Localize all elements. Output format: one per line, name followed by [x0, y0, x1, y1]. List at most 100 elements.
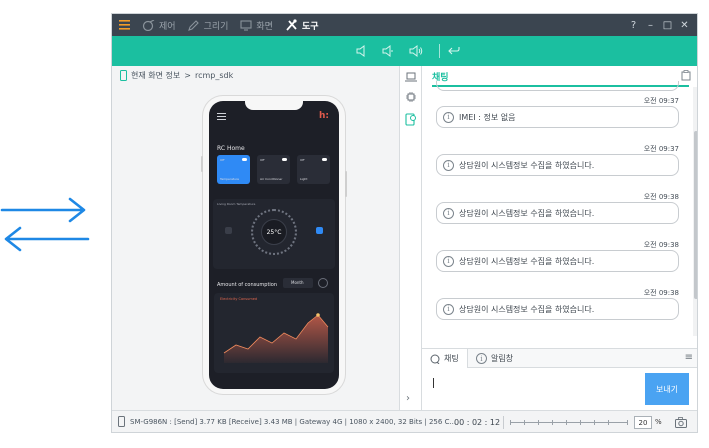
chat-panel-button[interactable] — [404, 112, 418, 126]
temperature-readout: 25°C — [261, 219, 287, 245]
chat-input-area[interactable]: 보내기 — [422, 368, 697, 410]
toolbar-separator — [439, 44, 440, 58]
monitor-icon — [240, 19, 252, 31]
device-card-aircon: Off Air Conditioner — [257, 155, 290, 184]
consumption-area-graphic — [223, 313, 329, 363]
zoom-value-input[interactable]: 20 — [634, 416, 652, 429]
phone-power-button — [345, 171, 347, 197]
consumption-next-button — [318, 278, 328, 288]
zoom-unit: % — [655, 418, 662, 426]
menu-control[interactable]: 제어 — [136, 14, 182, 36]
device-screen-pane: 현재 화면 정보 > rcmp_sdk h: RC Home Off Tempe… — [112, 66, 400, 410]
card-toggle — [282, 158, 287, 161]
zoom-slider[interactable] — [510, 420, 628, 425]
menu-tools[interactable]: 도구 — [279, 14, 325, 36]
zoom-tick — [552, 420, 553, 425]
temp-up-button — [316, 227, 323, 234]
laptop-icon — [405, 72, 417, 81]
menu-bar: 제어 그리기 화면 도구 ? – □ ✕ — [112, 14, 697, 36]
message-bubble: i 상담원이 시스템정보 수집을 하였습니다. — [436, 154, 679, 176]
chat-scroll-thumb[interactable] — [694, 131, 697, 299]
message-text: 상담원이 시스템정보 수집을 하였습니다. — [459, 256, 595, 266]
phone-icon — [120, 70, 127, 81]
back-button[interactable] — [446, 43, 462, 59]
minimize-button[interactable]: – — [642, 14, 659, 36]
info-icon: i — [443, 303, 454, 315]
phone-app-title: RC Home — [217, 145, 245, 152]
info-icon: i — [443, 255, 454, 267]
tab-alerts[interactable]: i 알림창 — [468, 349, 521, 368]
message-bubble: i IMEI : 정보 없음 — [436, 106, 679, 128]
phone-menu-icon — [217, 113, 226, 120]
status-separator — [503, 416, 504, 429]
speaker-low-icon — [382, 45, 393, 57]
card-label: Air Conditioner — [260, 177, 283, 181]
chat-icon — [430, 354, 440, 364]
hamburger-icon — [118, 20, 130, 30]
elapsed-time: 00 : 02 : 12 — [454, 418, 501, 427]
breadcrumb-separator: > — [184, 71, 191, 80]
message-time: 오전 09:38 — [643, 241, 679, 249]
clipboard-icon[interactable] — [681, 70, 691, 81]
menu-screen[interactable]: 화면 — [234, 14, 279, 36]
card-label: Light — [300, 177, 308, 181]
tools-icon — [286, 19, 297, 31]
device-status-text: SM-G986N : [Send] 3.77 KB [Receive] 3.43… — [130, 417, 457, 426]
remote-support-window: 제어 그리기 화면 도구 ? – □ ✕ 현재 화면 정보 > rcmp_sdk… — [111, 13, 698, 433]
speaker-high-icon — [409, 45, 423, 57]
consumption-period-select: Month — [283, 278, 313, 288]
device-view-button[interactable] — [404, 70, 418, 84]
phone-side-button — [201, 156, 203, 172]
tab-chat[interactable]: 채팅 — [422, 349, 468, 368]
tab-alerts-label: 알림창 — [491, 354, 514, 363]
breadcrumb-current-screen[interactable]: 현재 화면 정보 — [131, 70, 180, 81]
breadcrumb: 현재 화면 정보 > rcmp_sdk — [120, 70, 233, 81]
stage: 제어 그리기 화면 도구 ? – □ ✕ 현재 화면 정보 > rcmp_sdk… — [0, 0, 709, 448]
message-time: 오전 09:37 — [643, 97, 679, 105]
message-time: 오전 09:38 — [643, 289, 679, 297]
menu-screen-label: 화면 — [256, 21, 273, 32]
transfer-arrows-icon — [0, 197, 90, 252]
chat-options-button[interactable]: ≡ — [685, 352, 693, 363]
speaker-mute-icon — [356, 45, 365, 57]
maximize-button[interactable]: □ — [659, 14, 676, 36]
consumption-title: Amount of consumption — [217, 282, 278, 288]
chat-message-list[interactable]: 오전 09:37 i IMEI : 정보 없음 오전 09:37 i 상담원이 … — [422, 81, 697, 336]
temp-down-button — [225, 227, 232, 234]
volume-down-button[interactable] — [380, 43, 396, 59]
zoom-tick — [594, 420, 595, 425]
volume-mute-button[interactable] — [354, 43, 370, 59]
breadcrumb-package[interactable]: rcmp_sdk — [195, 71, 233, 80]
info-icon: i — [443, 111, 454, 123]
message-bubble: i 상담원이 시스템정보 수집을 하였습니다. — [436, 250, 679, 272]
volume-up-button[interactable] — [408, 43, 424, 59]
camera-icon[interactable] — [675, 417, 687, 428]
chat-scrollbar[interactable] — [693, 87, 697, 336]
message-text: 상담원이 시스템정보 수집을 하였습니다. — [459, 160, 595, 170]
zoom-tick — [580, 420, 581, 425]
close-button[interactable]: ✕ — [676, 14, 693, 36]
menu-draw[interactable]: 그리기 — [182, 14, 235, 36]
period-label: Month — [291, 280, 304, 285]
expand-panel-arrow[interactable]: › — [406, 393, 410, 404]
zoom-tick — [608, 420, 609, 425]
status-bar: SM-G986N : [Send] 3.77 KB [Receive] 3.43… — [112, 410, 697, 432]
zoom-tick — [627, 420, 628, 425]
message-bubble: i 상담원이 시스템정보 수집을 하였습니다. — [436, 298, 679, 320]
side-tool-column — [400, 66, 422, 410]
pencil-icon — [187, 19, 199, 31]
send-button[interactable]: 보내기 — [645, 373, 689, 405]
help-button[interactable]: ? — [625, 14, 642, 36]
hamburger-menu-button[interactable] — [112, 14, 136, 36]
card-label: Temperature — [220, 177, 240, 181]
phone-mirror[interactable]: h: RC Home Off Temperature Off Air Condi… — [201, 96, 347, 394]
device-phone-icon — [118, 416, 125, 427]
message-text: IMEI : 정보 없음 — [459, 112, 516, 122]
zoom-tick — [538, 420, 539, 425]
zoom-tick — [510, 420, 511, 425]
device-card-temperature: Off Temperature — [217, 155, 250, 184]
hardware-info-button[interactable] — [404, 90, 418, 104]
phone-screen[interactable]: h: RC Home Off Temperature Off Air Condi… — [209, 101, 339, 389]
message-time: 오전 09:38 — [643, 193, 679, 201]
toolbar — [112, 36, 697, 66]
